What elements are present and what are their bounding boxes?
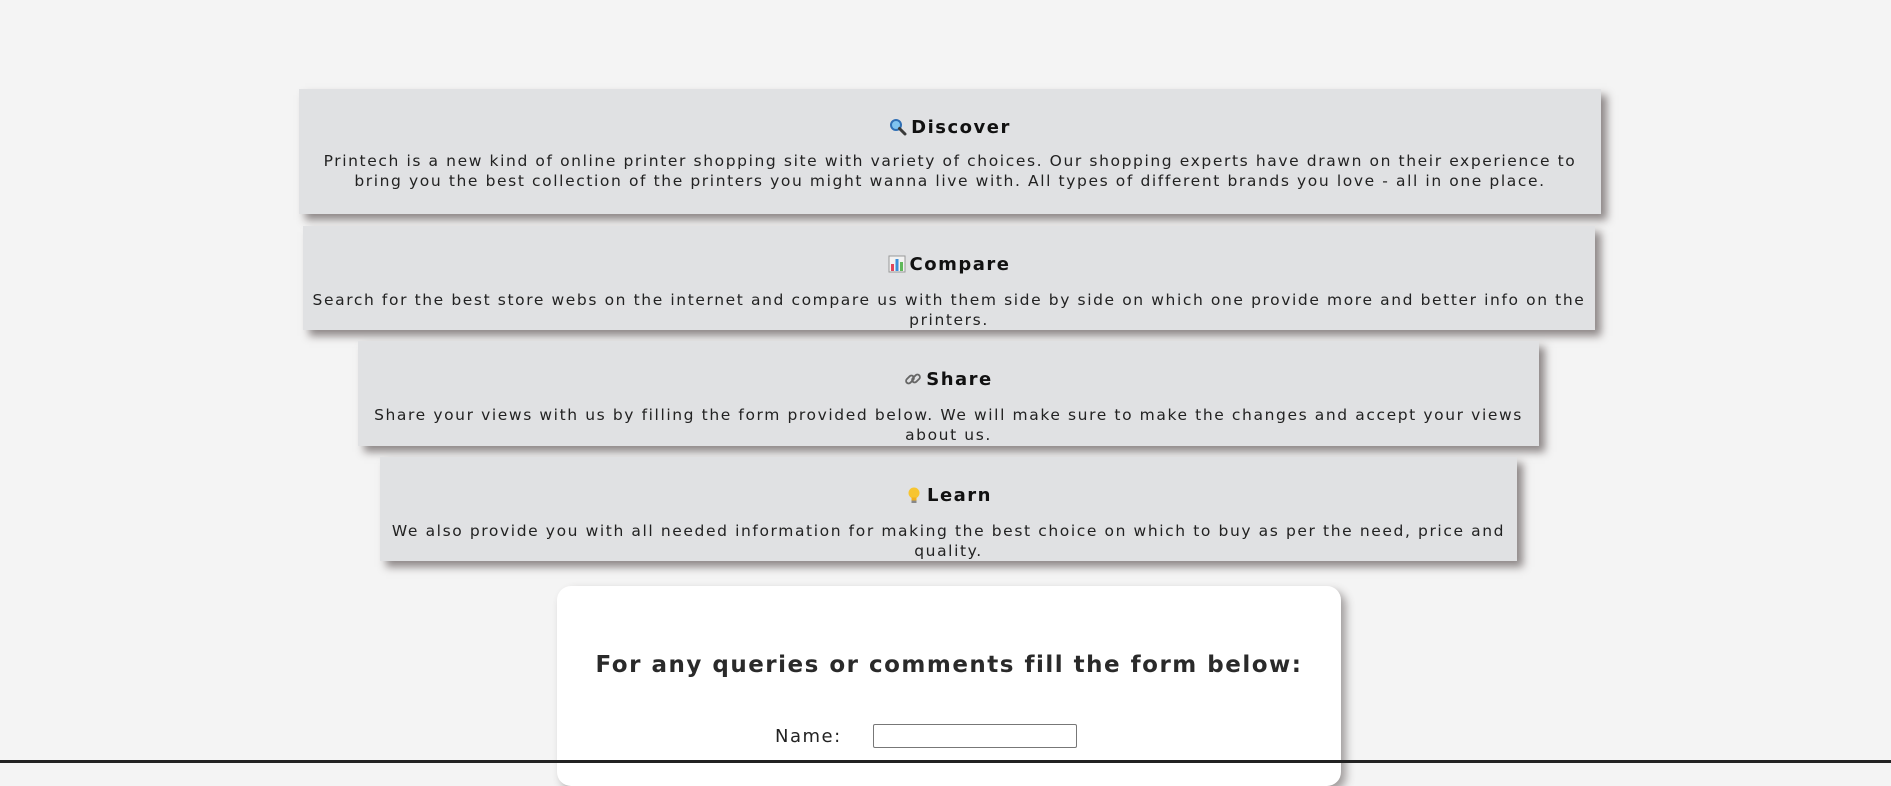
lightbulb-icon (905, 486, 923, 504)
discover-heading: Discover (305, 89, 1595, 140)
discover-title: Discover (911, 116, 1011, 138)
bar-chart-icon (888, 255, 906, 273)
name-label: Name: (775, 725, 842, 747)
share-text: Share your views with us by filling the … (374, 406, 1523, 444)
compare-card: Compare Search for the best store webs o… (303, 226, 1595, 330)
magnifier-icon (889, 118, 907, 136)
name-input[interactable] (873, 724, 1077, 748)
learn-text: We also provide you with all needed info… (391, 522, 1506, 560)
share-title: Share (926, 368, 993, 390)
compare-text: Search for the best store webs on the in… (312, 291, 1586, 329)
learn-title: Learn (926, 484, 992, 506)
link-icon (904, 370, 922, 388)
form-heading: For any queries or comments fill the for… (595, 652, 1303, 678)
learn-card: Learn We also provide you with all neede… (380, 457, 1517, 561)
compare-title: Compare (909, 253, 1011, 275)
discover-card: Discover Printech is a new kind of onlin… (299, 89, 1601, 214)
compare-heading: Compare (309, 226, 1589, 277)
query-form: For any queries or comments fill the for… (557, 586, 1341, 786)
share-card: Share Share your views with us by fillin… (358, 341, 1539, 446)
name-row: Name: (775, 724, 1077, 748)
discover-text: Printech is a new kind of online printer… (323, 152, 1577, 190)
share-heading: Share (364, 341, 1533, 392)
learn-heading: Learn (386, 457, 1511, 508)
